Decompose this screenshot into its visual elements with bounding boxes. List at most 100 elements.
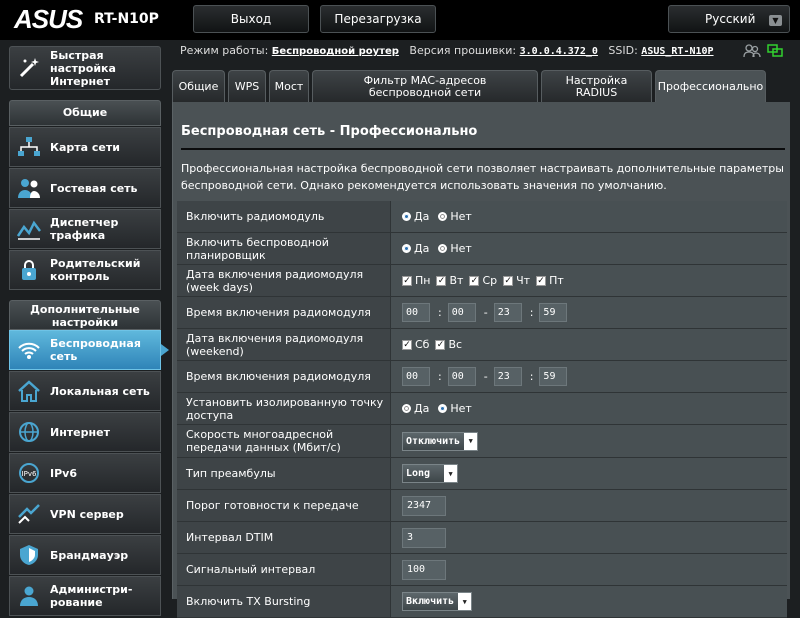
table-row: Порог готовности к передаче 2347 xyxy=(177,490,787,522)
sidebar-item-lan[interactable]: Локальная сеть xyxy=(9,371,161,411)
quick-setup-button[interactable]: Быстрая настройка Интернет xyxy=(9,46,161,90)
shield-icon xyxy=(16,542,42,568)
general-section-title: Общие xyxy=(9,100,161,126)
time-input[interactable]: 00 xyxy=(447,367,476,386)
row-label: Дата включения радиомодуля (weekend) xyxy=(177,329,391,360)
scheduler-yes-radio[interactable]: Да xyxy=(402,242,429,255)
weekday-checkbox[interactable]: ✓ Вт xyxy=(436,274,463,287)
top-bar: ASUS RT-N10P Выход Перезагрузка Русский ▼ xyxy=(0,0,800,40)
ssid-label: SSID: xyxy=(608,44,638,57)
ipv6-globe-icon: IPv6 xyxy=(16,460,42,486)
sidebar-item-label: Интернет xyxy=(50,425,110,439)
settings-table: Включить радиомодуль Да Нет Включить бес… xyxy=(177,201,787,618)
time-input[interactable]: 59 xyxy=(539,367,568,386)
preamble-select[interactable]: Long ▼ xyxy=(402,464,459,483)
time-input[interactable]: 00 xyxy=(402,367,430,386)
users-icon[interactable] xyxy=(743,44,761,61)
tx-bursting-select[interactable]: Включить ▼ xyxy=(402,592,473,611)
time-input[interactable]: 59 xyxy=(539,303,568,322)
row-label: Время включения радиомодуля xyxy=(177,361,391,392)
table-row: Дата включения радиомодуля (week days) ✓… xyxy=(177,265,787,297)
row-label: Сигнальный интервал xyxy=(177,554,391,585)
sidebar-item-label: Брандмауэр xyxy=(50,548,129,562)
guest-users-icon xyxy=(16,175,42,201)
dtim-interval-input[interactable]: 3 xyxy=(402,527,446,548)
tab-bridge[interactable]: Мост xyxy=(269,70,309,102)
lock-icon xyxy=(16,257,42,283)
router-model: RT-N10P xyxy=(94,11,159,27)
table-row: Включить радиомодуль Да Нет xyxy=(177,201,787,233)
language-value: Русский xyxy=(705,12,756,26)
sidebar-item-administration[interactable]: Администри-рование xyxy=(9,576,161,616)
advanced-section-title: Дополнительные настройки xyxy=(9,300,161,330)
reboot-button[interactable]: Перезагрузка xyxy=(320,5,436,33)
time-input[interactable]: 00 xyxy=(402,303,430,322)
row-label: Установить изолированную точку доступа xyxy=(177,393,391,424)
page-title: Беспроводная сеть - Профессионально xyxy=(181,124,478,139)
radio-enable-no[interactable]: Нет xyxy=(438,210,472,223)
tab-general[interactable]: Общие xyxy=(172,70,225,102)
radio-enable-yes[interactable]: Да xyxy=(402,210,429,223)
multicast-rate-select[interactable]: Отключить ▼ xyxy=(402,431,479,451)
sidebar: Быстрая настройка Интернет Общие Карта с… xyxy=(0,40,170,616)
table-row: Время включения радиомодуля 00: 00- 23: … xyxy=(177,297,787,329)
weekday-checkbox[interactable]: ✓ Ср xyxy=(469,274,497,287)
sidebar-item-firewall[interactable]: Брандмауэр xyxy=(9,535,161,575)
sidebar-item-label: Беспроводная сеть xyxy=(50,337,141,363)
weekend-checkbox[interactable]: ✓ Сб xyxy=(402,338,429,351)
network-status-icon[interactable] xyxy=(767,44,783,61)
rts-threshold-input[interactable]: 2347 xyxy=(402,495,446,516)
sidebar-item-vpn[interactable]: VPN сервер xyxy=(9,494,161,534)
traffic-chart-icon xyxy=(16,216,42,242)
ssid-value-link[interactable]: ASUS_RT-N10P xyxy=(641,46,713,57)
row-label: Скорость многоадресной передачи данных (… xyxy=(177,425,391,457)
chevron-down-icon: ▼ xyxy=(769,15,782,26)
sidebar-item-parental-control[interactable]: Родительский контроль xyxy=(9,250,161,290)
weekday-checkbox[interactable]: ✓ Чт xyxy=(503,274,530,287)
beacon-interval-input[interactable]: 100 xyxy=(402,559,446,580)
sidebar-item-network-map[interactable]: Карта сети xyxy=(9,127,161,167)
isolate-yes-radio[interactable]: Да xyxy=(402,402,429,415)
home-icon xyxy=(16,378,42,404)
tab-radius[interactable]: Настройка RADIUS xyxy=(541,70,652,102)
sidebar-item-wireless[interactable]: Беспроводная сеть xyxy=(9,330,161,370)
time-input[interactable]: 23 xyxy=(493,303,522,322)
sidebar-item-guest-network[interactable]: Гостевая сеть xyxy=(9,168,161,208)
tab-professional[interactable]: Профессионально xyxy=(655,70,766,103)
title-divider xyxy=(181,148,785,150)
sidebar-item-traffic-manager[interactable]: Диспетчер трафика xyxy=(9,209,161,249)
row-label: Включить беспроводной планировщик xyxy=(177,233,391,264)
svg-text:IPv6: IPv6 xyxy=(22,470,37,478)
table-row: Тип преамбулы Long ▼ xyxy=(177,458,787,490)
row-label: Включить TX Bursting xyxy=(177,586,391,617)
isolate-no-radio[interactable]: Нет xyxy=(438,402,472,415)
wifi-icon xyxy=(16,337,42,363)
sidebar-item-label: Локальная сеть xyxy=(50,384,150,398)
status-icons xyxy=(743,44,783,61)
sidebar-item-label: VPN сервер xyxy=(50,507,124,521)
row-label: Дата включения радиомодуля (week days) xyxy=(177,265,391,296)
tab-mac-filter[interactable]: Фильтр MAC-адресов беспроводной сети xyxy=(312,70,538,102)
firmware-label: Версия прошивки: xyxy=(409,44,517,57)
language-select[interactable]: Русский ▼ xyxy=(668,5,790,33)
table-row: Дата включения радиомодуля (weekend) ✓ Сб… xyxy=(177,329,787,361)
mode-value-link[interactable]: Беспроводной роутер xyxy=(272,46,399,57)
logout-button[interactable]: Выход xyxy=(193,5,309,33)
admin-user-icon xyxy=(16,583,42,609)
globe-icon xyxy=(16,419,42,445)
row-label: Время включения радиомодуля xyxy=(177,297,391,328)
tab-wps[interactable]: WPS xyxy=(228,70,266,102)
asus-logo: ASUS xyxy=(14,4,83,34)
sidebar-item-internet[interactable]: Интернет xyxy=(9,412,161,452)
table-row: Интервал DTIM 3 xyxy=(177,522,787,554)
firmware-value-link[interactable]: 3.0.0.4.372_0 xyxy=(520,46,598,57)
weekday-checkbox[interactable]: ✓ Пн xyxy=(402,274,430,287)
sidebar-item-ipv6[interactable]: IPv6 IPv6 xyxy=(9,453,161,493)
time-input[interactable]: 00 xyxy=(447,303,476,322)
sidebar-item-label: Родительский контроль xyxy=(50,257,141,283)
weekday-checkbox[interactable]: ✓ Пт xyxy=(536,274,564,287)
weekend-checkbox[interactable]: ✓ Вс xyxy=(435,338,462,351)
scheduler-no-radio[interactable]: Нет xyxy=(438,242,472,255)
time-input[interactable]: 23 xyxy=(493,367,522,386)
chevron-down-icon: ▼ xyxy=(464,432,478,450)
